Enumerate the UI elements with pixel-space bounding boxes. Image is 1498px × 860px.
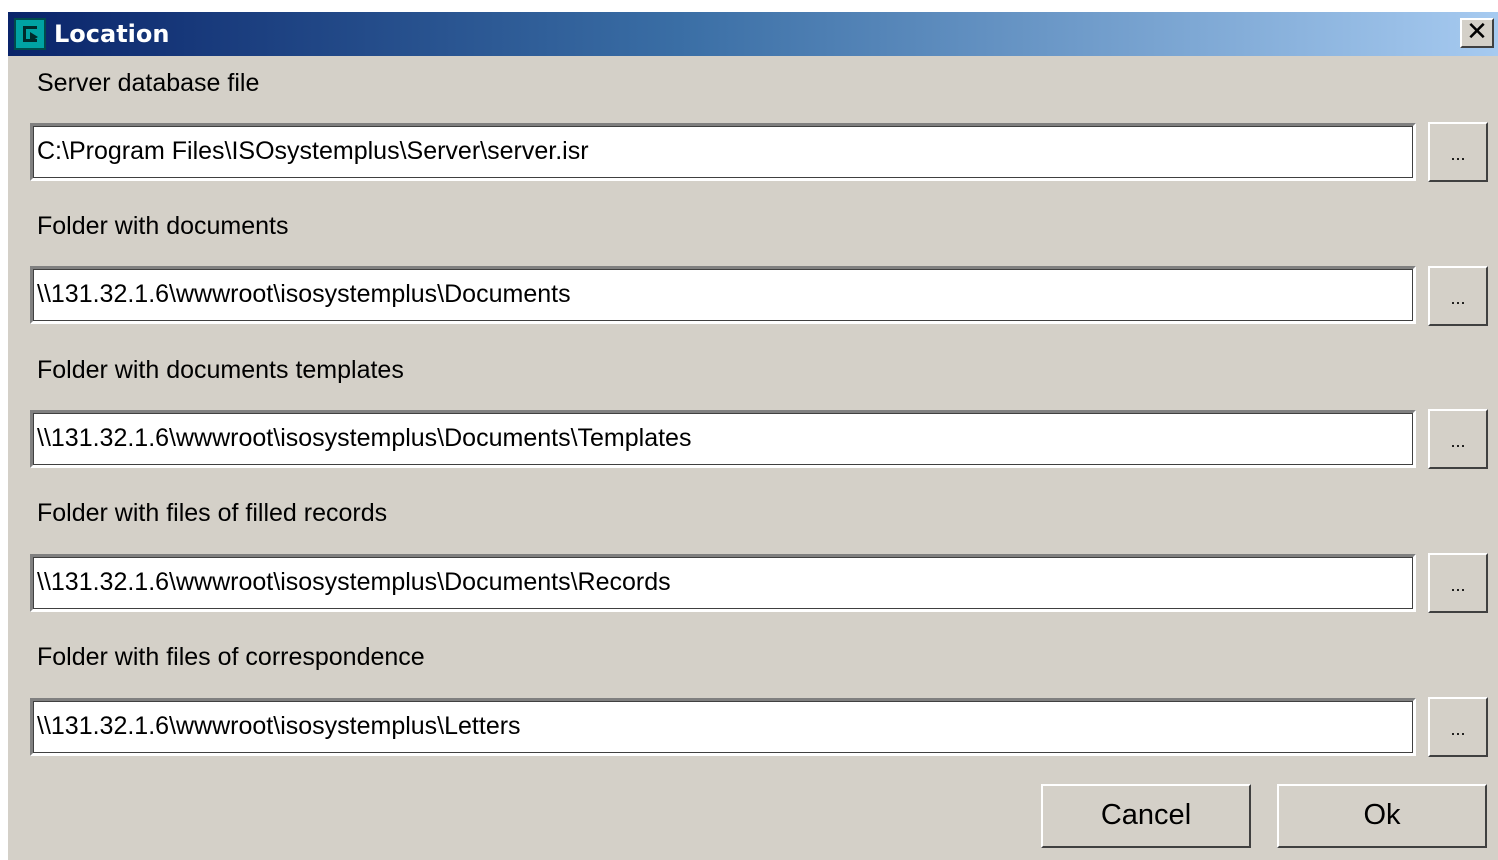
server-database-file-field[interactable] bbox=[30, 123, 1416, 181]
app-icon bbox=[14, 18, 46, 50]
window-title: Location bbox=[54, 20, 170, 48]
correspondence-folder-field[interactable] bbox=[30, 698, 1416, 756]
location-dialog: Location ✕ Server database file ... Fold… bbox=[8, 12, 1498, 860]
documents-folder-label: Folder with documents bbox=[37, 212, 289, 240]
records-folder-input[interactable] bbox=[37, 560, 1407, 604]
templates-folder-label: Folder with documents templates bbox=[37, 356, 404, 384]
server-database-file-input[interactable] bbox=[37, 129, 1407, 173]
server-database-file-label: Server database file bbox=[37, 69, 260, 97]
records-folder-label: Folder with files of filled records bbox=[37, 499, 388, 527]
ok-button[interactable]: Ok bbox=[1277, 784, 1487, 848]
records-folder-browse-button[interactable]: ... bbox=[1428, 553, 1488, 613]
server-database-file-browse-button[interactable]: ... bbox=[1428, 122, 1488, 182]
templates-folder-input[interactable] bbox=[37, 416, 1407, 460]
correspondence-folder-browse-button[interactable]: ... bbox=[1428, 697, 1488, 757]
correspondence-folder-input[interactable] bbox=[37, 704, 1407, 748]
documents-folder-browse-button[interactable]: ... bbox=[1428, 266, 1488, 326]
cancel-button[interactable]: Cancel bbox=[1041, 784, 1251, 848]
close-button[interactable]: ✕ bbox=[1460, 17, 1494, 48]
records-folder-field[interactable] bbox=[30, 554, 1416, 612]
documents-folder-field[interactable] bbox=[30, 266, 1416, 324]
documents-folder-input[interactable] bbox=[37, 272, 1407, 316]
close-icon: ✕ bbox=[1466, 17, 1488, 47]
templates-folder-browse-button[interactable]: ... bbox=[1428, 409, 1488, 469]
correspondence-folder-label: Folder with files of correspondence bbox=[37, 643, 425, 671]
templates-folder-field[interactable] bbox=[30, 410, 1416, 468]
title-bar[interactable]: Location ✕ bbox=[8, 12, 1498, 56]
